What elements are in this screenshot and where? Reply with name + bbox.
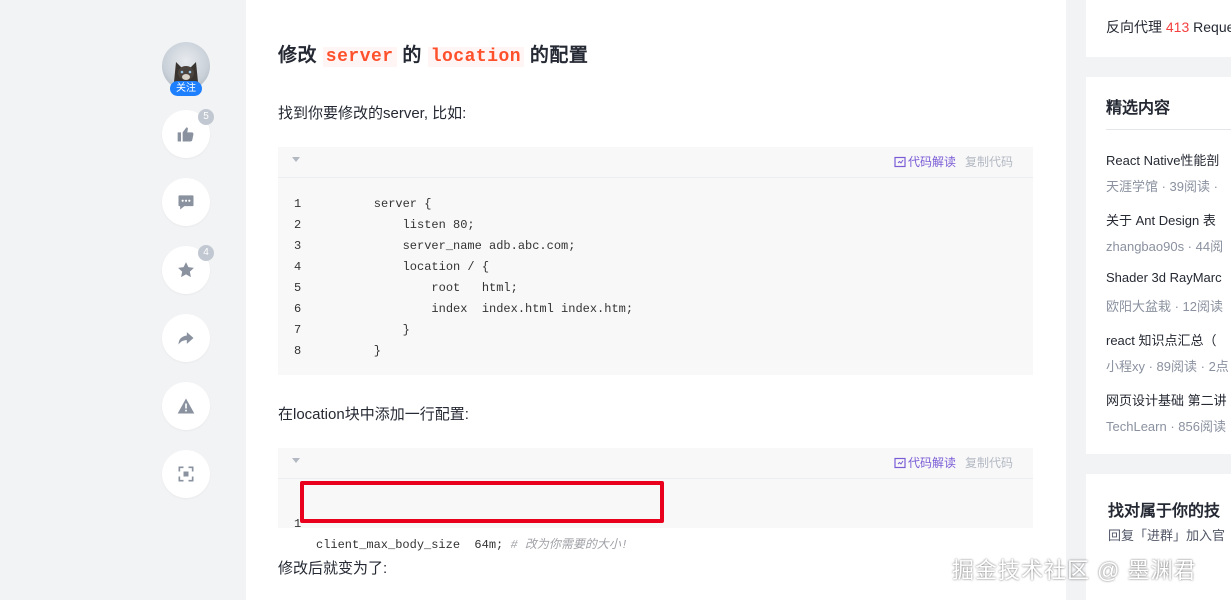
line-code: listen 80; bbox=[345, 218, 475, 232]
promo-text: 回复「进群」加入官 bbox=[1108, 528, 1226, 543]
featured-item-meta: 小程xy · 89阅读 · 2点 bbox=[1106, 359, 1229, 374]
promo-title: 找对属于你的技 bbox=[1108, 503, 1221, 520]
code-text: client_max_body_size 64m; bbox=[316, 538, 511, 552]
code-explain-icon bbox=[894, 457, 906, 468]
code-line: 7 } bbox=[278, 320, 1033, 341]
thumbs-up-icon bbox=[177, 127, 194, 142]
heading-prefix: 修改 bbox=[278, 45, 318, 66]
report-button[interactable] bbox=[162, 382, 210, 430]
paragraph-find-server: 找到你要修改的server, 比如: bbox=[278, 105, 467, 122]
line-code: } bbox=[345, 323, 410, 337]
featured-item-meta: 天涯学馆 · 39阅读 · bbox=[1106, 179, 1218, 194]
focus-mode-icon bbox=[178, 466, 194, 482]
code-lines: 1 server {2 listen 80; 3 server_name adb.… bbox=[278, 178, 1033, 362]
featured-item-title[interactable]: Shader 3d RayMarc bbox=[1106, 270, 1222, 285]
watermark: 掘金技术社区 @ 墨渊君 bbox=[952, 558, 1197, 583]
paragraph-after-change: 修改后就变为了: bbox=[278, 560, 388, 577]
share-button[interactable] bbox=[162, 314, 210, 362]
related-suffix: Reque bbox=[1189, 19, 1231, 35]
heading-middle: 的 bbox=[402, 45, 422, 66]
featured-item-title[interactable]: 关于 Ant Design 表 bbox=[1106, 210, 1216, 229]
code-line: 4 location / { bbox=[278, 257, 1033, 278]
inline-code-server: server bbox=[322, 47, 397, 67]
line-number: 3 bbox=[294, 239, 302, 253]
code-line: 1 server { bbox=[278, 194, 1033, 215]
featured-divider bbox=[1106, 129, 1231, 130]
related-article-card: 反向代理 413 Reque bbox=[1086, 0, 1231, 57]
code-line: 6 index index.html index.htm; bbox=[278, 299, 1033, 320]
line-number: 7 bbox=[294, 323, 302, 337]
copy-code-button[interactable]: 复制代码 bbox=[965, 153, 1013, 170]
code-line: 3 server_name adb.abc.com; bbox=[278, 236, 1033, 257]
line-number: 6 bbox=[294, 302, 302, 316]
collect-button[interactable]: 4 bbox=[162, 245, 214, 294]
line-code: client_max_body_size 64m; # 改为你需要的大小! bbox=[316, 535, 628, 556]
line-code: root html; bbox=[345, 281, 518, 295]
collapse-arrow-icon[interactable] bbox=[292, 157, 300, 162]
highlight-red-box bbox=[300, 481, 664, 523]
line-number: 8 bbox=[294, 344, 302, 358]
comment-button[interactable] bbox=[162, 178, 210, 226]
like-count-badge: 5 bbox=[198, 109, 214, 125]
warning-icon bbox=[177, 398, 195, 414]
related-prefix: 反向代理 bbox=[1106, 19, 1166, 35]
featured-item-title[interactable]: React Native性能剖 bbox=[1106, 150, 1219, 169]
collect-count-badge: 4 bbox=[198, 245, 214, 261]
follow-button[interactable]: 关注 bbox=[170, 81, 202, 96]
featured-item-meta: TechLearn · 856阅读 bbox=[1106, 419, 1226, 434]
like-button[interactable]: 5 bbox=[162, 109, 214, 158]
code-explain-label: 代码解读 bbox=[907, 456, 956, 470]
line-number: 1 bbox=[294, 197, 302, 211]
related-highlight: 413 bbox=[1165, 19, 1190, 35]
line-code: } bbox=[345, 344, 382, 358]
featured-item-meta: 欧阳大盆栽 · 12阅读 bbox=[1106, 299, 1224, 314]
line-code: index index.html index.htm; bbox=[345, 302, 634, 316]
code-block-header: 代码解读 复制代码 bbox=[278, 147, 1033, 178]
code-explain-icon bbox=[894, 156, 906, 167]
share-icon bbox=[178, 332, 194, 345]
featured-content-card: 精选内容 React Native性能剖天涯学馆 · 39阅读 · 关于 Ant … bbox=[1086, 77, 1231, 454]
code-line: 2 listen 80; bbox=[278, 215, 1033, 236]
paragraph-add-config: 在location块中添加一行配置: bbox=[278, 406, 469, 423]
heading-suffix: 的配置 bbox=[529, 45, 589, 66]
featured-item-title[interactable]: react 知识点汇总（ bbox=[1106, 330, 1217, 349]
line-number: 2 bbox=[294, 218, 302, 232]
inline-code-location: location bbox=[427, 47, 525, 67]
code-comment: # 改为你需要的大小! bbox=[510, 538, 629, 552]
featured-title: 精选内容 bbox=[1106, 100, 1171, 117]
code-block-server: 代码解读 复制代码 1 server {2 listen 80; 3 server… bbox=[278, 147, 1033, 375]
line-code: server_name adb.abc.com; bbox=[345, 239, 576, 253]
code-line: 8 } bbox=[278, 341, 1033, 362]
comment-icon bbox=[178, 195, 194, 210]
code-explain-button[interactable]: 代码解读 bbox=[894, 454, 956, 471]
section-heading: 修改 server 的 location 的配置 bbox=[278, 40, 588, 67]
focus-mode-button[interactable] bbox=[162, 450, 210, 498]
code-block-client-max-body: 代码解读 复制代码 1 client_max_body_size 64m; # … bbox=[278, 448, 1033, 552]
featured-item-title[interactable]: 网页设计基础 第二讲 bbox=[1106, 390, 1227, 409]
featured-item-meta: zhangbao90s · 44阅 bbox=[1106, 239, 1224, 254]
line-number: 4 bbox=[294, 260, 302, 274]
code-explain-button[interactable]: 代码解读 bbox=[894, 153, 956, 170]
line-code: location / { bbox=[345, 260, 490, 274]
article-content: 修改 server 的 location 的配置 找到你要修改的server, … bbox=[246, 0, 1066, 600]
code-line: 5 root html; bbox=[278, 278, 1033, 299]
copy-code-button[interactable]: 复制代码 bbox=[965, 454, 1013, 471]
collapse-arrow-icon[interactable] bbox=[292, 458, 300, 463]
star-icon bbox=[178, 262, 194, 278]
line-code: server { bbox=[345, 197, 432, 211]
code-block-header: 代码解读 复制代码 bbox=[278, 448, 1033, 479]
code-explain-label: 代码解读 bbox=[907, 155, 956, 169]
line-number: 5 bbox=[294, 281, 302, 295]
related-article-link[interactable]: 反向代理 413 Reque bbox=[1106, 17, 1231, 37]
